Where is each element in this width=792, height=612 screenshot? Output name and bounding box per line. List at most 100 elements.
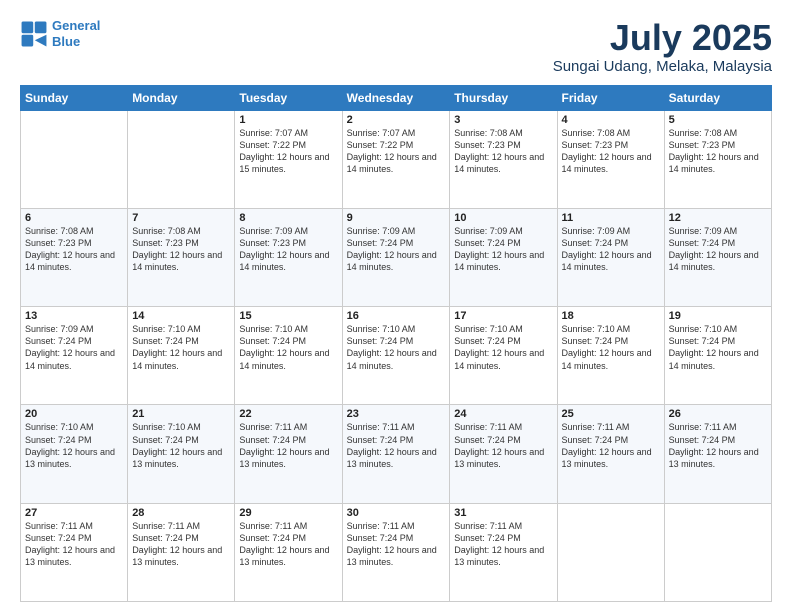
logo: General Blue (20, 18, 100, 49)
day-cell (557, 503, 664, 601)
day-number: 6 (25, 212, 123, 224)
day-number: 16 (347, 310, 446, 322)
day-number: 9 (347, 212, 446, 224)
day-cell: 18Sunrise: 7:10 AM Sunset: 7:24 PM Dayli… (557, 307, 664, 405)
day-number: 15 (239, 310, 337, 322)
day-number: 2 (347, 114, 446, 126)
week-row-1: 1Sunrise: 7:07 AM Sunset: 7:22 PM Daylig… (21, 110, 772, 208)
day-cell: 2Sunrise: 7:07 AM Sunset: 7:22 PM Daylig… (342, 110, 450, 208)
day-detail: Sunrise: 7:09 AM Sunset: 7:24 PM Dayligh… (25, 323, 123, 372)
day-cell: 8Sunrise: 7:09 AM Sunset: 7:23 PM Daylig… (235, 208, 342, 306)
day-cell: 15Sunrise: 7:10 AM Sunset: 7:24 PM Dayli… (235, 307, 342, 405)
day-cell: 6Sunrise: 7:08 AM Sunset: 7:23 PM Daylig… (21, 208, 128, 306)
day-number: 27 (25, 507, 123, 519)
day-number: 26 (669, 408, 767, 420)
week-row-4: 20Sunrise: 7:10 AM Sunset: 7:24 PM Dayli… (21, 405, 772, 503)
day-number: 8 (239, 212, 337, 224)
day-detail: Sunrise: 7:07 AM Sunset: 7:22 PM Dayligh… (239, 127, 337, 176)
day-cell: 21Sunrise: 7:10 AM Sunset: 7:24 PM Dayli… (128, 405, 235, 503)
day-detail: Sunrise: 7:11 AM Sunset: 7:24 PM Dayligh… (347, 520, 446, 569)
day-detail: Sunrise: 7:11 AM Sunset: 7:24 PM Dayligh… (454, 520, 552, 569)
logo-blue: Blue (52, 34, 80, 49)
day-cell: 22Sunrise: 7:11 AM Sunset: 7:24 PM Dayli… (235, 405, 342, 503)
day-cell (128, 110, 235, 208)
day-detail: Sunrise: 7:09 AM Sunset: 7:23 PM Dayligh… (239, 225, 337, 274)
day-cell: 7Sunrise: 7:08 AM Sunset: 7:23 PM Daylig… (128, 208, 235, 306)
weekday-header-monday: Monday (128, 85, 235, 110)
day-detail: Sunrise: 7:09 AM Sunset: 7:24 PM Dayligh… (347, 225, 446, 274)
day-cell: 16Sunrise: 7:10 AM Sunset: 7:24 PM Dayli… (342, 307, 450, 405)
day-cell: 20Sunrise: 7:10 AM Sunset: 7:24 PM Dayli… (21, 405, 128, 503)
day-cell: 17Sunrise: 7:10 AM Sunset: 7:24 PM Dayli… (450, 307, 557, 405)
day-number: 4 (562, 114, 660, 126)
day-detail: Sunrise: 7:11 AM Sunset: 7:24 PM Dayligh… (239, 520, 337, 569)
day-number: 19 (669, 310, 767, 322)
day-cell: 5Sunrise: 7:08 AM Sunset: 7:23 PM Daylig… (664, 110, 771, 208)
day-detail: Sunrise: 7:11 AM Sunset: 7:24 PM Dayligh… (562, 421, 660, 470)
day-cell (21, 110, 128, 208)
day-detail: Sunrise: 7:08 AM Sunset: 7:23 PM Dayligh… (562, 127, 660, 176)
day-number: 7 (132, 212, 230, 224)
weekday-header-sunday: Sunday (21, 85, 128, 110)
day-number: 20 (25, 408, 123, 420)
day-cell: 19Sunrise: 7:10 AM Sunset: 7:24 PM Dayli… (664, 307, 771, 405)
day-detail: Sunrise: 7:10 AM Sunset: 7:24 PM Dayligh… (132, 323, 230, 372)
day-cell: 30Sunrise: 7:11 AM Sunset: 7:24 PM Dayli… (342, 503, 450, 601)
day-number: 10 (454, 212, 552, 224)
day-cell: 31Sunrise: 7:11 AM Sunset: 7:24 PM Dayli… (450, 503, 557, 601)
month-title: July 2025 (553, 18, 772, 58)
day-detail: Sunrise: 7:08 AM Sunset: 7:23 PM Dayligh… (669, 127, 767, 176)
day-number: 24 (454, 408, 552, 420)
day-detail: Sunrise: 7:11 AM Sunset: 7:24 PM Dayligh… (239, 421, 337, 470)
day-cell: 11Sunrise: 7:09 AM Sunset: 7:24 PM Dayli… (557, 208, 664, 306)
day-number: 12 (669, 212, 767, 224)
day-number: 1 (239, 114, 337, 126)
day-cell: 9Sunrise: 7:09 AM Sunset: 7:24 PM Daylig… (342, 208, 450, 306)
weekday-header-tuesday: Tuesday (235, 85, 342, 110)
day-cell: 14Sunrise: 7:10 AM Sunset: 7:24 PM Dayli… (128, 307, 235, 405)
day-number: 14 (132, 310, 230, 322)
day-detail: Sunrise: 7:10 AM Sunset: 7:24 PM Dayligh… (347, 323, 446, 372)
day-number: 23 (347, 408, 446, 420)
day-cell: 3Sunrise: 7:08 AM Sunset: 7:23 PM Daylig… (450, 110, 557, 208)
weekday-header-thursday: Thursday (450, 85, 557, 110)
day-cell (664, 503, 771, 601)
day-detail: Sunrise: 7:10 AM Sunset: 7:24 PM Dayligh… (669, 323, 767, 372)
week-row-2: 6Sunrise: 7:08 AM Sunset: 7:23 PM Daylig… (21, 208, 772, 306)
day-number: 31 (454, 507, 552, 519)
day-cell: 4Sunrise: 7:08 AM Sunset: 7:23 PM Daylig… (557, 110, 664, 208)
day-detail: Sunrise: 7:11 AM Sunset: 7:24 PM Dayligh… (25, 520, 123, 569)
day-detail: Sunrise: 7:08 AM Sunset: 7:23 PM Dayligh… (25, 225, 123, 274)
week-row-5: 27Sunrise: 7:11 AM Sunset: 7:24 PM Dayli… (21, 503, 772, 601)
day-detail: Sunrise: 7:10 AM Sunset: 7:24 PM Dayligh… (562, 323, 660, 372)
day-cell: 25Sunrise: 7:11 AM Sunset: 7:24 PM Dayli… (557, 405, 664, 503)
day-cell: 1Sunrise: 7:07 AM Sunset: 7:22 PM Daylig… (235, 110, 342, 208)
day-detail: Sunrise: 7:10 AM Sunset: 7:24 PM Dayligh… (454, 323, 552, 372)
week-row-3: 13Sunrise: 7:09 AM Sunset: 7:24 PM Dayli… (21, 307, 772, 405)
day-detail: Sunrise: 7:10 AM Sunset: 7:24 PM Dayligh… (25, 421, 123, 470)
day-number: 22 (239, 408, 337, 420)
calendar: SundayMondayTuesdayWednesdayThursdayFrid… (20, 85, 772, 602)
day-number: 25 (562, 408, 660, 420)
day-cell: 27Sunrise: 7:11 AM Sunset: 7:24 PM Dayli… (21, 503, 128, 601)
day-detail: Sunrise: 7:10 AM Sunset: 7:24 PM Dayligh… (239, 323, 337, 372)
day-detail: Sunrise: 7:09 AM Sunset: 7:24 PM Dayligh… (562, 225, 660, 274)
logo-general: General (52, 18, 100, 33)
day-detail: Sunrise: 7:08 AM Sunset: 7:23 PM Dayligh… (132, 225, 230, 274)
logo-icon (20, 20, 48, 48)
day-cell: 28Sunrise: 7:11 AM Sunset: 7:24 PM Dayli… (128, 503, 235, 601)
day-cell: 10Sunrise: 7:09 AM Sunset: 7:24 PM Dayli… (450, 208, 557, 306)
day-cell: 24Sunrise: 7:11 AM Sunset: 7:24 PM Dayli… (450, 405, 557, 503)
weekday-header-saturday: Saturday (664, 85, 771, 110)
day-detail: Sunrise: 7:11 AM Sunset: 7:24 PM Dayligh… (454, 421, 552, 470)
title-block: July 2025 Sungai Udang, Melaka, Malaysia (553, 18, 772, 75)
weekday-header-friday: Friday (557, 85, 664, 110)
day-cell: 26Sunrise: 7:11 AM Sunset: 7:24 PM Dayli… (664, 405, 771, 503)
day-number: 30 (347, 507, 446, 519)
day-number: 21 (132, 408, 230, 420)
day-detail: Sunrise: 7:09 AM Sunset: 7:24 PM Dayligh… (669, 225, 767, 274)
weekday-header-wednesday: Wednesday (342, 85, 450, 110)
day-detail: Sunrise: 7:10 AM Sunset: 7:24 PM Dayligh… (132, 421, 230, 470)
day-detail: Sunrise: 7:11 AM Sunset: 7:24 PM Dayligh… (347, 421, 446, 470)
day-cell: 29Sunrise: 7:11 AM Sunset: 7:24 PM Dayli… (235, 503, 342, 601)
